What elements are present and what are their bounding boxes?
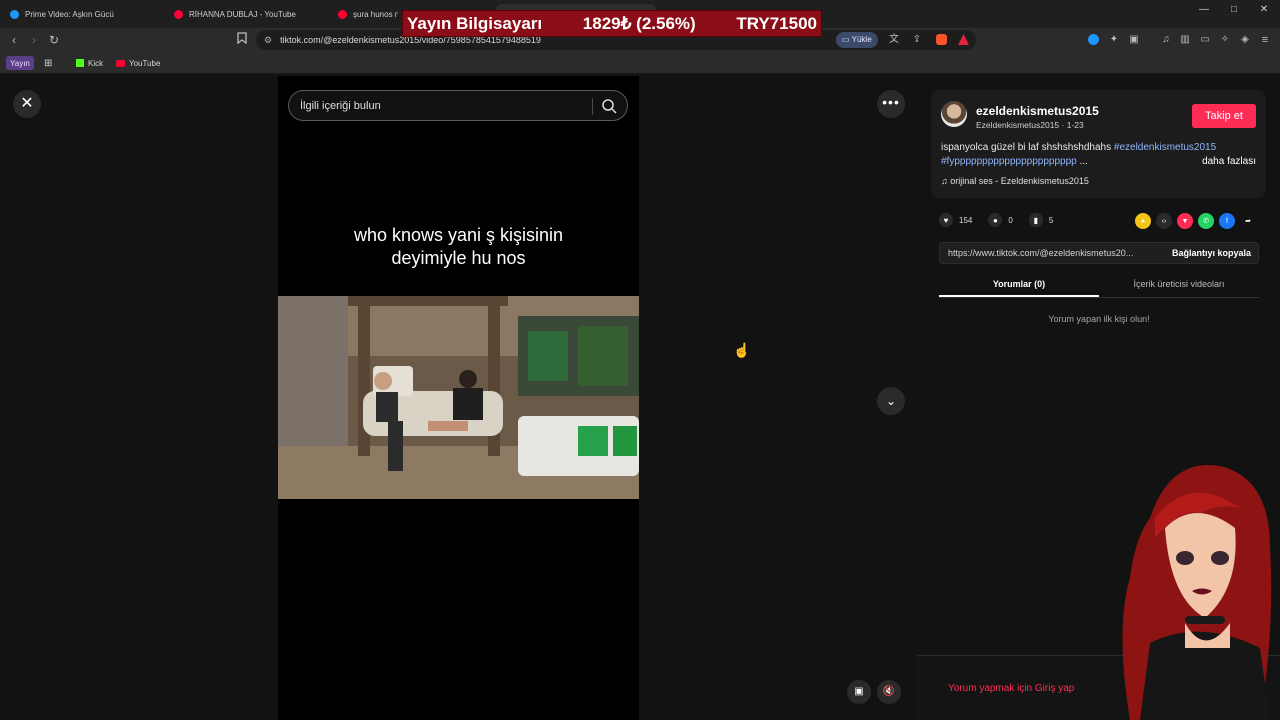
search-divider (592, 98, 593, 115)
bookmark-label: Kick (88, 58, 104, 68)
reload-icon[interactable]: ↻ (46, 32, 62, 48)
brave-shield-icon[interactable] (936, 34, 947, 45)
tab-title: Prime Video: Aşkın Gücü (25, 9, 114, 19)
hashtag-link[interactable]: #ezeldenkismetus2015 (1114, 142, 1216, 153)
bookmark-yayin[interactable]: Yayın (6, 56, 34, 70)
bookmark-label: YouTube (129, 58, 161, 68)
search-input[interactable]: İlgili içeriği bulun (288, 90, 628, 121)
browser-tab-rihanna[interactable]: RİHANNA DUBLAJ - YouTube (174, 4, 324, 24)
author-avatar[interactable] (941, 101, 967, 127)
music-title: orijinal ses - Ezeldenkismetus2015 (950, 176, 1089, 186)
search-placeholder: İlgili içeriği bulun (300, 99, 381, 112)
whatsapp-icon[interactable]: ✆ (1198, 213, 1214, 229)
tab-title: şura hunos n (353, 9, 398, 19)
copy-link-button[interactable]: Bağlantıyı kopyala (1165, 248, 1258, 258)
extension-icon[interactable] (1088, 34, 1099, 45)
bookmarks-bar: Yayın ⊞ Kick YouTube (0, 52, 1280, 74)
music-link[interactable]: ♫ orijinal ses - Ezeldenkismetus2015 (941, 176, 1089, 186)
translate-icon[interactable]: 文 (886, 32, 902, 48)
youtube-icon (116, 59, 125, 67)
upload-button[interactable]: ▭ Yükle (836, 32, 878, 48)
description-ellipsis: ... (1079, 156, 1088, 167)
author-username[interactable]: ezeldenkismetus2015 (976, 104, 1099, 118)
tab-comments[interactable]: Yorumlar (0) (939, 272, 1099, 297)
browser-tab-prime-video[interactable]: Prime Video: Aşkın Gücü (10, 4, 160, 24)
more-options-button[interactable]: ••• (877, 90, 905, 118)
copy-link-row: https://www.tiktok.com/@ezeldenkismetus2… (939, 242, 1259, 264)
embed-icon[interactable]: ‹› (1156, 213, 1172, 229)
maximize-button[interactable]: □ (1224, 4, 1244, 15)
back-icon[interactable]: ‹ (6, 32, 22, 48)
comment-count: 0 (1008, 215, 1013, 225)
see-more-button[interactable]: daha fazlası (1202, 155, 1256, 169)
like-count: 154 (959, 215, 973, 225)
kick-icon (76, 59, 84, 67)
share-arrow-icon[interactable]: ➦ (1240, 213, 1256, 229)
upload-label: Yükle (851, 35, 872, 44)
puzzle-icon[interactable]: ✦ (1106, 32, 1122, 48)
mini-player-button[interactable]: ▣ (847, 680, 871, 704)
share-icon[interactable]: ⇪ (909, 32, 925, 48)
prime-video-icon (10, 9, 19, 19)
close-video-button[interactable]: ✕ (13, 90, 41, 118)
apps-grid-icon[interactable]: ⊞ (44, 56, 52, 70)
bookmark-youtube[interactable]: YouTube (116, 56, 160, 70)
forward-icon[interactable]: › (26, 32, 42, 48)
browser-tab-sura[interactable]: şura hunos n (338, 4, 398, 24)
coin-icon[interactable]: ● (1135, 213, 1151, 229)
caption-line: deyimiyle hu nos (391, 248, 526, 268)
leo-icon[interactable]: ✧ (1217, 32, 1233, 48)
youtube-icon (338, 9, 347, 19)
wallet-icon[interactable]: ▭ (1197, 32, 1213, 48)
stream-title: Yayın Bilgisayarı (407, 13, 543, 33)
save-icon[interactable]: ▮ (1028, 213, 1043, 227)
share-options: ● ‹› ▼ ✆ f ➦ (1135, 213, 1256, 229)
sidebar-icon[interactable]: ▥ (1177, 32, 1193, 48)
comment-icon[interactable]: ● (988, 213, 1003, 227)
save-count: 5 (1048, 215, 1054, 225)
author-subline: Ezeldenkismetus2015 · 1-23 (976, 120, 1084, 130)
empty-comments-text: Yorum yapan ilk kişi olun! (1048, 314, 1150, 324)
stream-goal: TRY71500 (736, 13, 817, 33)
tiktok-video-page: ✕ İlgili içeriği bulun who knows yani ş … (0, 76, 1280, 720)
video-description: ispanyolca güzel bi laf shshshshdhahs #e… (941, 141, 1256, 169)
mouse-cursor-icon: ☝ (733, 342, 751, 358)
stream-amount: 1829₺ (2.56%) (582, 13, 696, 33)
video-frame-image (278, 296, 639, 499)
like-icon[interactable]: ♥ (939, 213, 953, 227)
video-player[interactable]: İlgili içeriği bulun who knows yani ş ki… (278, 76, 639, 720)
tab-title: RİHANNA DUBLAJ - YouTube (189, 9, 296, 19)
bookmark-kick[interactable]: Kick (76, 56, 103, 70)
stream-overlay-banner: Yayın Bilgisayarı 1829₺ (2.56%) TRY71500 (402, 10, 822, 37)
music-note-icon: ♫ (941, 176, 948, 186)
tab-creator-videos[interactable]: İçerik üreticisi videoları (1099, 272, 1259, 297)
follow-button[interactable]: Takip et (1192, 104, 1256, 128)
bookmark-icon[interactable] (234, 32, 250, 48)
vpn-icon[interactable]: ◈ (1237, 32, 1253, 48)
hashtag-link[interactable]: #fypppppppppppppppppppppp (941, 156, 1077, 167)
send-icon[interactable]: ▼ (1177, 213, 1193, 229)
site-info-icon[interactable]: ⚙ (264, 35, 272, 46)
caption-line: who knows yani ş kişisinin (353, 225, 564, 245)
streamer-avatar-illustration (1122, 465, 1272, 720)
video-caption: who knows yani ş kişisinin deyimiyle hu … (278, 224, 639, 270)
menu-icon[interactable]: ≡ (1257, 32, 1273, 48)
music-icon[interactable]: ♫ (1158, 32, 1174, 48)
author-card: ezeldenkismetus2015 Ezeldenkismetus2015 … (931, 90, 1266, 198)
video-link[interactable]: https://www.tiktok.com/@ezeldenkismetus2… (940, 248, 1165, 258)
minimize-button[interactable]: — (1194, 4, 1214, 15)
facebook-icon[interactable]: f (1219, 213, 1235, 229)
mute-button[interactable]: 🔇 (877, 680, 901, 704)
description-text: ispanyolca güzel bi laf shshshshdhahs (941, 142, 1112, 153)
close-window-button[interactable]: ✕ (1254, 4, 1274, 15)
search-icon[interactable] (600, 97, 618, 115)
login-to-comment-link[interactable]: Yorum yapmak için Giriş yap (948, 683, 1074, 694)
next-video-button[interactable]: ⌄ (877, 387, 905, 415)
youtube-icon (174, 9, 183, 19)
screenshot-icon[interactable]: ▣ (1126, 32, 1142, 48)
comment-tabs: Yorumlar (0) İçerik üreticisi videoları (939, 272, 1259, 298)
engagement-stats: ♥ 154 ● 0 ▮ 5 (939, 212, 1053, 228)
